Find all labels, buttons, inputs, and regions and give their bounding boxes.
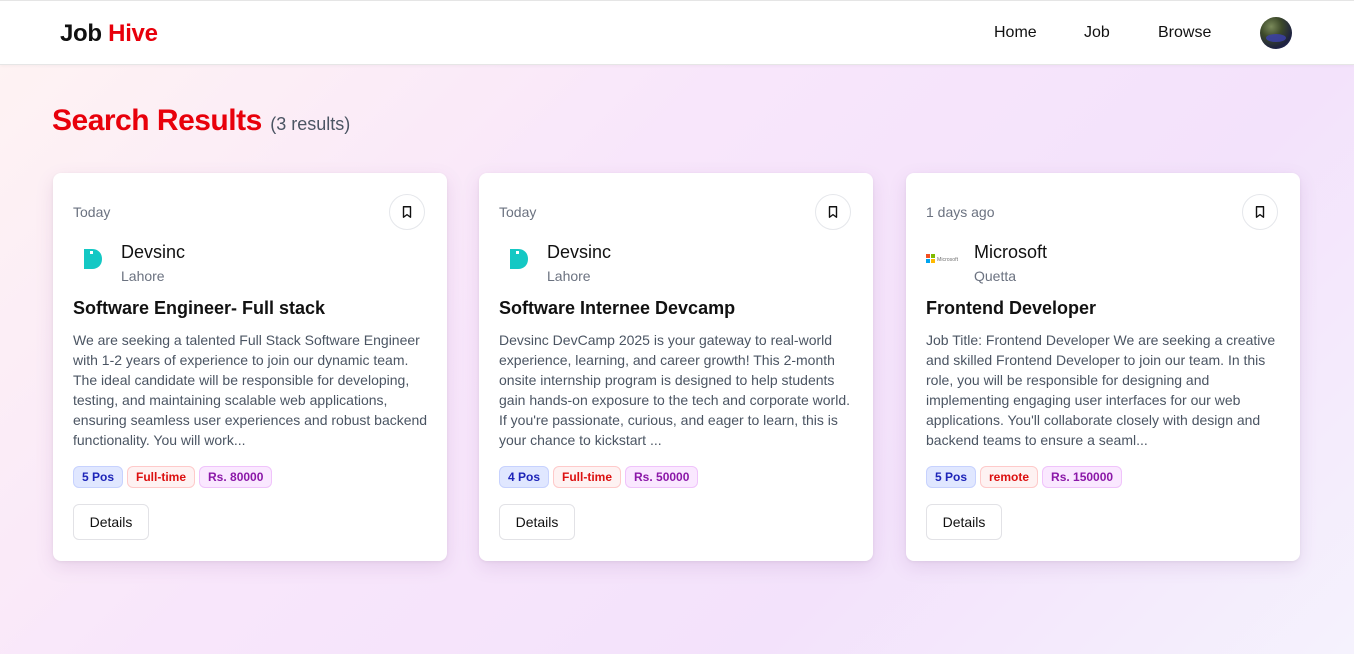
details-button[interactable]: Details (73, 504, 149, 540)
devsinc-logo (73, 239, 113, 279)
bookmark-button[interactable] (389, 194, 425, 230)
job-description: We are seeking a talented Full Stack Sof… (73, 332, 428, 448)
company-name: Microsoft (974, 242, 1048, 262)
positions-badge: 4 Pos (499, 466, 550, 488)
company-name: Devsinc (121, 242, 186, 262)
bookmark-icon (828, 206, 838, 218)
devsinc-logo (499, 239, 539, 279)
job-description: Job Title: Frontend Developer We are see… (926, 332, 1276, 448)
posted-date: Today (73, 204, 111, 220)
salary-badge: Rs. 150000 (1042, 466, 1123, 488)
details-button[interactable]: Details (926, 504, 1002, 540)
svg-text:Microsoft: Microsoft (937, 257, 959, 263)
nav-browse-link[interactable]: Browse (1158, 24, 1211, 42)
job-badges: 4 Pos Full-time Rs. 50000 (499, 466, 699, 488)
job-card: Today Devsinc Lahore Software Internee D… (479, 173, 873, 561)
job-badges: 5 Pos Full-time Rs. 80000 (73, 466, 273, 488)
positions-badge: 5 Pos (926, 466, 977, 488)
salary-badge: Rs. 80000 (199, 466, 273, 488)
user-avatar[interactable] (1260, 17, 1292, 49)
navbar: Job Hive Home Job Browse (0, 0, 1354, 65)
nav-home-link[interactable]: Home (994, 24, 1037, 42)
job-type-badge: Full-time (553, 466, 622, 488)
job-location: Lahore (547, 268, 591, 284)
job-type-badge: remote (980, 466, 1039, 488)
job-badges: 5 Pos remote Rs. 150000 (926, 466, 1123, 488)
job-title: Software Internee Devcamp (499, 298, 736, 318)
bookmark-button[interactable] (1242, 194, 1278, 230)
bookmark-button[interactable] (815, 194, 851, 230)
job-location: Lahore (121, 268, 165, 284)
job-card: Today Devsinc Lahore Software Engineer- … (53, 173, 447, 561)
page-title: Search Results (52, 104, 262, 137)
job-location: Quetta (974, 268, 1017, 284)
nav-job-link[interactable]: Job (1084, 24, 1110, 42)
bookmark-icon (402, 206, 412, 218)
positions-badge: 5 Pos (73, 466, 124, 488)
details-button[interactable]: Details (499, 504, 575, 540)
job-description: Devsinc DevCamp 2025 is your gateway to … (499, 332, 851, 448)
job-type-badge: Full-time (127, 466, 196, 488)
results-count: (3 results) (270, 114, 351, 134)
search-results-heading: Search Results (3 results) (52, 104, 350, 138)
salary-badge: Rs. 50000 (625, 466, 699, 488)
bookmark-icon (1255, 206, 1265, 218)
posted-date: 1 days ago (926, 204, 995, 220)
posted-date: Today (499, 204, 537, 220)
microsoft-logo: Microsoft (926, 239, 966, 279)
brand-part-2: Hive (108, 20, 158, 47)
job-card: 1 days ago Microsoft Microsoft Quetta Fr… (906, 173, 1300, 561)
brand-part-1: Job (60, 20, 102, 47)
company-name: Devsinc (547, 242, 612, 262)
job-title: Software Engineer- Full stack (73, 298, 326, 318)
job-title: Frontend Developer (926, 298, 1097, 318)
brand-logo[interactable]: Job Hive (60, 20, 158, 48)
